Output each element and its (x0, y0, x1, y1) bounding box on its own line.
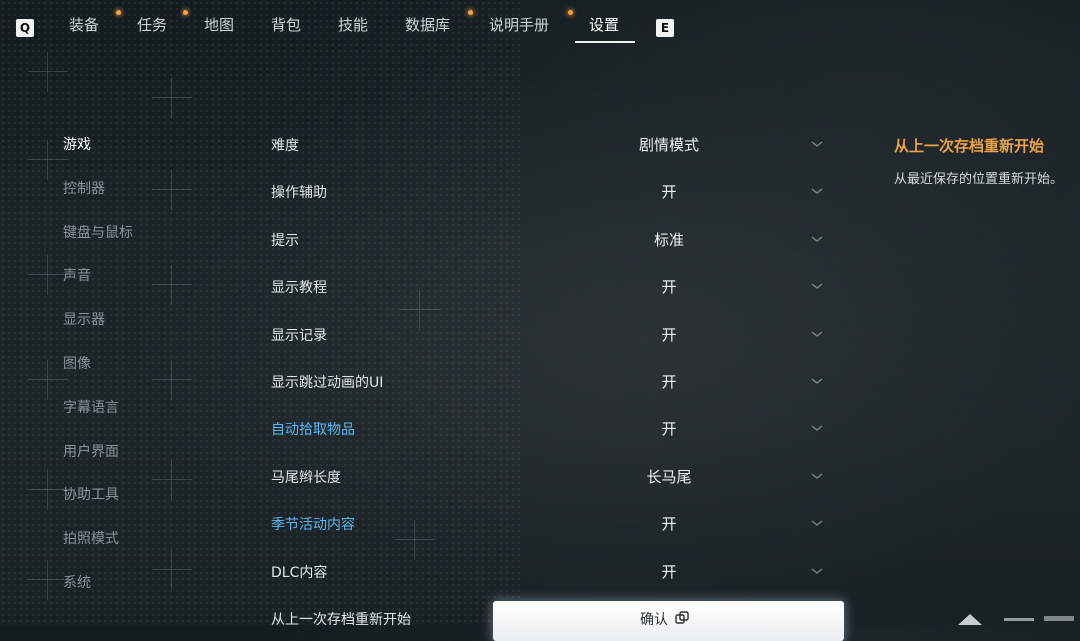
corner-decoration (958, 614, 1074, 625)
cross-mark (28, 470, 68, 510)
setting-label: 自动拾取物品 (271, 422, 355, 439)
chevron-down-icon[interactable] (810, 471, 824, 481)
setting-label: 难度 (271, 138, 299, 154)
setting-label: 显示记录 (271, 327, 327, 344)
setting-row[interactable]: 自动拾取物品 开 (271, 411, 831, 447)
tab-5[interactable]: 数据库 (405, 14, 450, 35)
top-navigation: Q 装备 任务 地图 背包 技能 数据库 说明手册 设置 E (0, 0, 1080, 52)
chevron-down-icon[interactable] (810, 281, 824, 291)
cross-mark (152, 550, 192, 590)
chevron-down-icon[interactable] (810, 186, 824, 196)
tab-4[interactable]: 技能 (338, 14, 368, 35)
setting-label: 显示教程 (271, 280, 327, 297)
setting-value[interactable]: 开 (559, 418, 779, 439)
setting-label: 马尾辫长度 (271, 469, 341, 486)
category-item[interactable]: 拍照模式 (63, 528, 119, 548)
confirm-button[interactable]: 确认 (493, 601, 844, 641)
setting-label: 提示 (271, 232, 299, 249)
chevron-down-icon[interactable] (810, 139, 824, 149)
setting-label: 显示跳过动画的UI (271, 375, 384, 391)
setting-row[interactable]: 显示记录 开 (271, 317, 831, 353)
chevron-down-icon[interactable] (810, 566, 824, 576)
setting-row[interactable]: 显示跳过动画的UI 开 (271, 364, 831, 400)
setting-row[interactable]: 提示 标准 (271, 222, 831, 258)
notification-dot-icon (116, 10, 121, 15)
tab-6[interactable]: 说明手册 (489, 14, 549, 35)
cross-mark (28, 360, 68, 400)
cross-mark (28, 140, 68, 180)
setting-label: 从上一次存档重新开始 (271, 612, 411, 628)
category-item[interactable]: 图像 (63, 353, 91, 373)
category-item[interactable]: 系统 (63, 572, 91, 592)
cross-mark (152, 170, 192, 210)
cross-mark (152, 265, 192, 305)
setting-value[interactable]: 开 (559, 181, 779, 202)
description-text: 从最近保存的位置重新开始。 (894, 172, 1064, 187)
setting-value[interactable]: 开 (559, 513, 779, 534)
category-item[interactable]: 显示器 (63, 309, 105, 329)
category-item[interactable]: 字幕语言 (63, 397, 119, 417)
setting-value[interactable]: 开 (559, 561, 779, 582)
setting-row[interactable]: 季节活动内容 开 (271, 506, 831, 542)
cross-mark (152, 460, 192, 500)
setting-label: 操作辅助 (271, 185, 327, 202)
tab-0[interactable]: 装备 (69, 14, 99, 35)
chevron-down-icon[interactable] (810, 376, 824, 386)
notification-dot-icon (468, 10, 473, 15)
category-item[interactable]: 控制器 (63, 178, 105, 198)
setting-value[interactable]: 长马尾 (559, 466, 779, 487)
confirm-button-label: 确认 (640, 612, 668, 628)
setting-row[interactable]: 难度 剧情模式 (271, 127, 831, 163)
cross-mark (28, 255, 68, 295)
tab-1[interactable]: 任务 (137, 14, 167, 35)
setting-row[interactable]: 显示教程 开 (271, 269, 831, 305)
q-key-icon[interactable]: Q (16, 19, 34, 37)
setting-value[interactable]: 开 (559, 276, 779, 297)
setting-label: DLC内容 (271, 564, 328, 581)
setting-value[interactable]: 剧情模式 (559, 134, 779, 155)
external-link-icon (675, 611, 689, 624)
setting-row[interactable]: 操作辅助 开 (271, 174, 831, 210)
setting-row[interactable]: DLC内容 开 (271, 554, 831, 590)
cross-mark (28, 52, 68, 92)
cross-mark (152, 78, 192, 118)
chevron-down-icon[interactable] (810, 423, 824, 433)
chevron-down-icon[interactable] (810, 518, 824, 528)
category-item[interactable]: 游戏 (63, 134, 91, 154)
setting-value[interactable]: 标准 (559, 229, 779, 250)
setting-row[interactable]: 马尾辫长度 长马尾 (271, 459, 831, 495)
e-key-icon[interactable]: E (656, 19, 674, 37)
chevron-down-icon[interactable] (810, 234, 824, 244)
cross-mark (152, 360, 192, 400)
setting-value[interactable]: 开 (559, 324, 779, 345)
category-item[interactable]: 键盘与鼠标 (63, 222, 133, 242)
active-tab-underline (575, 41, 635, 43)
category-item[interactable]: 协助工具 (63, 484, 119, 504)
description-title: 从上一次存档重新开始 (894, 137, 1045, 155)
tab-2[interactable]: 地图 (204, 14, 234, 35)
notification-dot-icon (183, 10, 188, 15)
chevron-down-icon[interactable] (810, 329, 824, 339)
setting-value[interactable]: 开 (559, 371, 779, 392)
setting-label: 季节活动内容 (271, 517, 355, 534)
notification-dot-icon (568, 10, 573, 15)
category-item[interactable]: 用户界面 (63, 441, 119, 461)
tab-3[interactable]: 背包 (271, 14, 301, 35)
category-item[interactable]: 声音 (63, 265, 91, 285)
cross-mark (28, 560, 68, 600)
tab-7[interactable]: 设置 (589, 14, 619, 35)
